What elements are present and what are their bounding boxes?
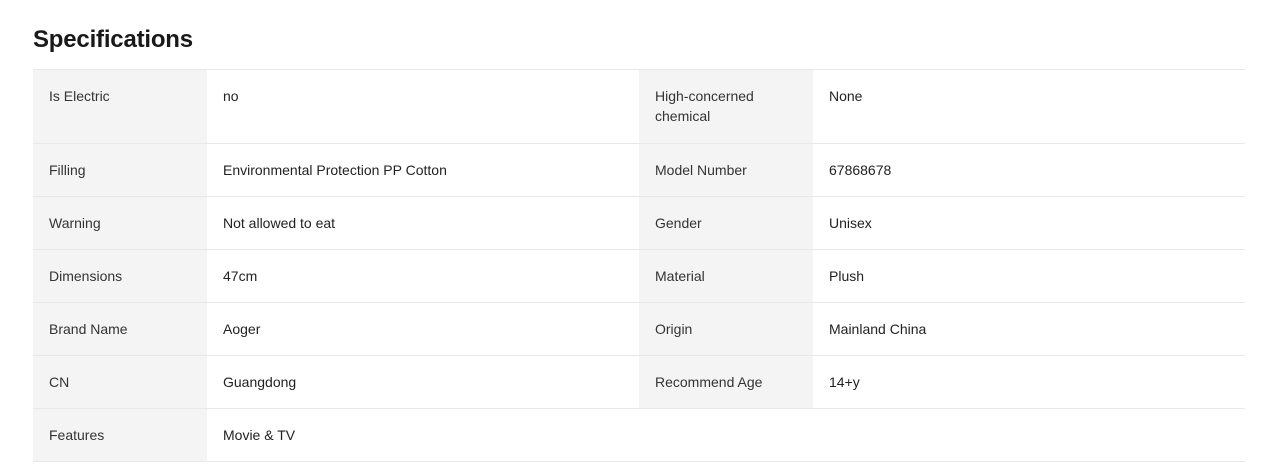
spec-row: Brand Name Aoger Origin Mainland China: [33, 303, 1245, 356]
spec-value: Not allowed to eat: [223, 215, 336, 231]
spec-row: Is Electric no High-concerned chemical N…: [33, 70, 1245, 144]
spec-key: Brand Name: [33, 303, 207, 355]
spec-key: High-concerned chemical: [639, 70, 813, 143]
spec-value: no: [223, 88, 239, 104]
spec-key: Material: [639, 250, 813, 302]
spec-value: Mainland China: [829, 321, 927, 337]
spec-value: Environmental Protection PP Cotton: [223, 162, 447, 178]
spec-value: 14+y: [829, 374, 860, 390]
spec-row: Dimensions 47cm Material Plush: [33, 250, 1245, 303]
empty-cell: [639, 409, 1245, 461]
spec-key: Features: [33, 409, 207, 461]
spec-value: 67868678: [829, 162, 892, 178]
spec-value: Unisex: [829, 215, 872, 231]
spec-row: Filling Environmental Protection PP Cott…: [33, 144, 1245, 197]
spec-value: Guangdong: [223, 374, 297, 390]
spec-key: Dimensions: [33, 250, 207, 302]
spec-key: Warning: [33, 197, 207, 249]
spec-value: Plush: [829, 268, 865, 284]
spec-key: Recommend Age: [639, 356, 813, 408]
spec-key: Model Number: [639, 144, 813, 196]
spec-row: Warning Not allowed to eat Gender Unisex: [33, 197, 1245, 250]
spec-value: Aoger: [223, 321, 261, 337]
spec-value: Movie & TV: [223, 427, 296, 443]
spec-key: CN: [33, 356, 207, 408]
spec-key: Is Electric: [33, 70, 207, 143]
specifications-table: Is Electric no High-concerned chemical N…: [33, 69, 1245, 462]
spec-row: CN Guangdong Recommend Age 14+y: [33, 356, 1245, 409]
spec-value: None: [829, 88, 863, 104]
spec-row: Features Movie & TV: [33, 409, 1245, 462]
spec-key: Origin: [639, 303, 813, 355]
spec-value: 47cm: [223, 268, 258, 284]
spec-key: Gender: [639, 197, 813, 249]
spec-key: Filling: [33, 144, 207, 196]
section-title: Specifications: [33, 26, 193, 53]
